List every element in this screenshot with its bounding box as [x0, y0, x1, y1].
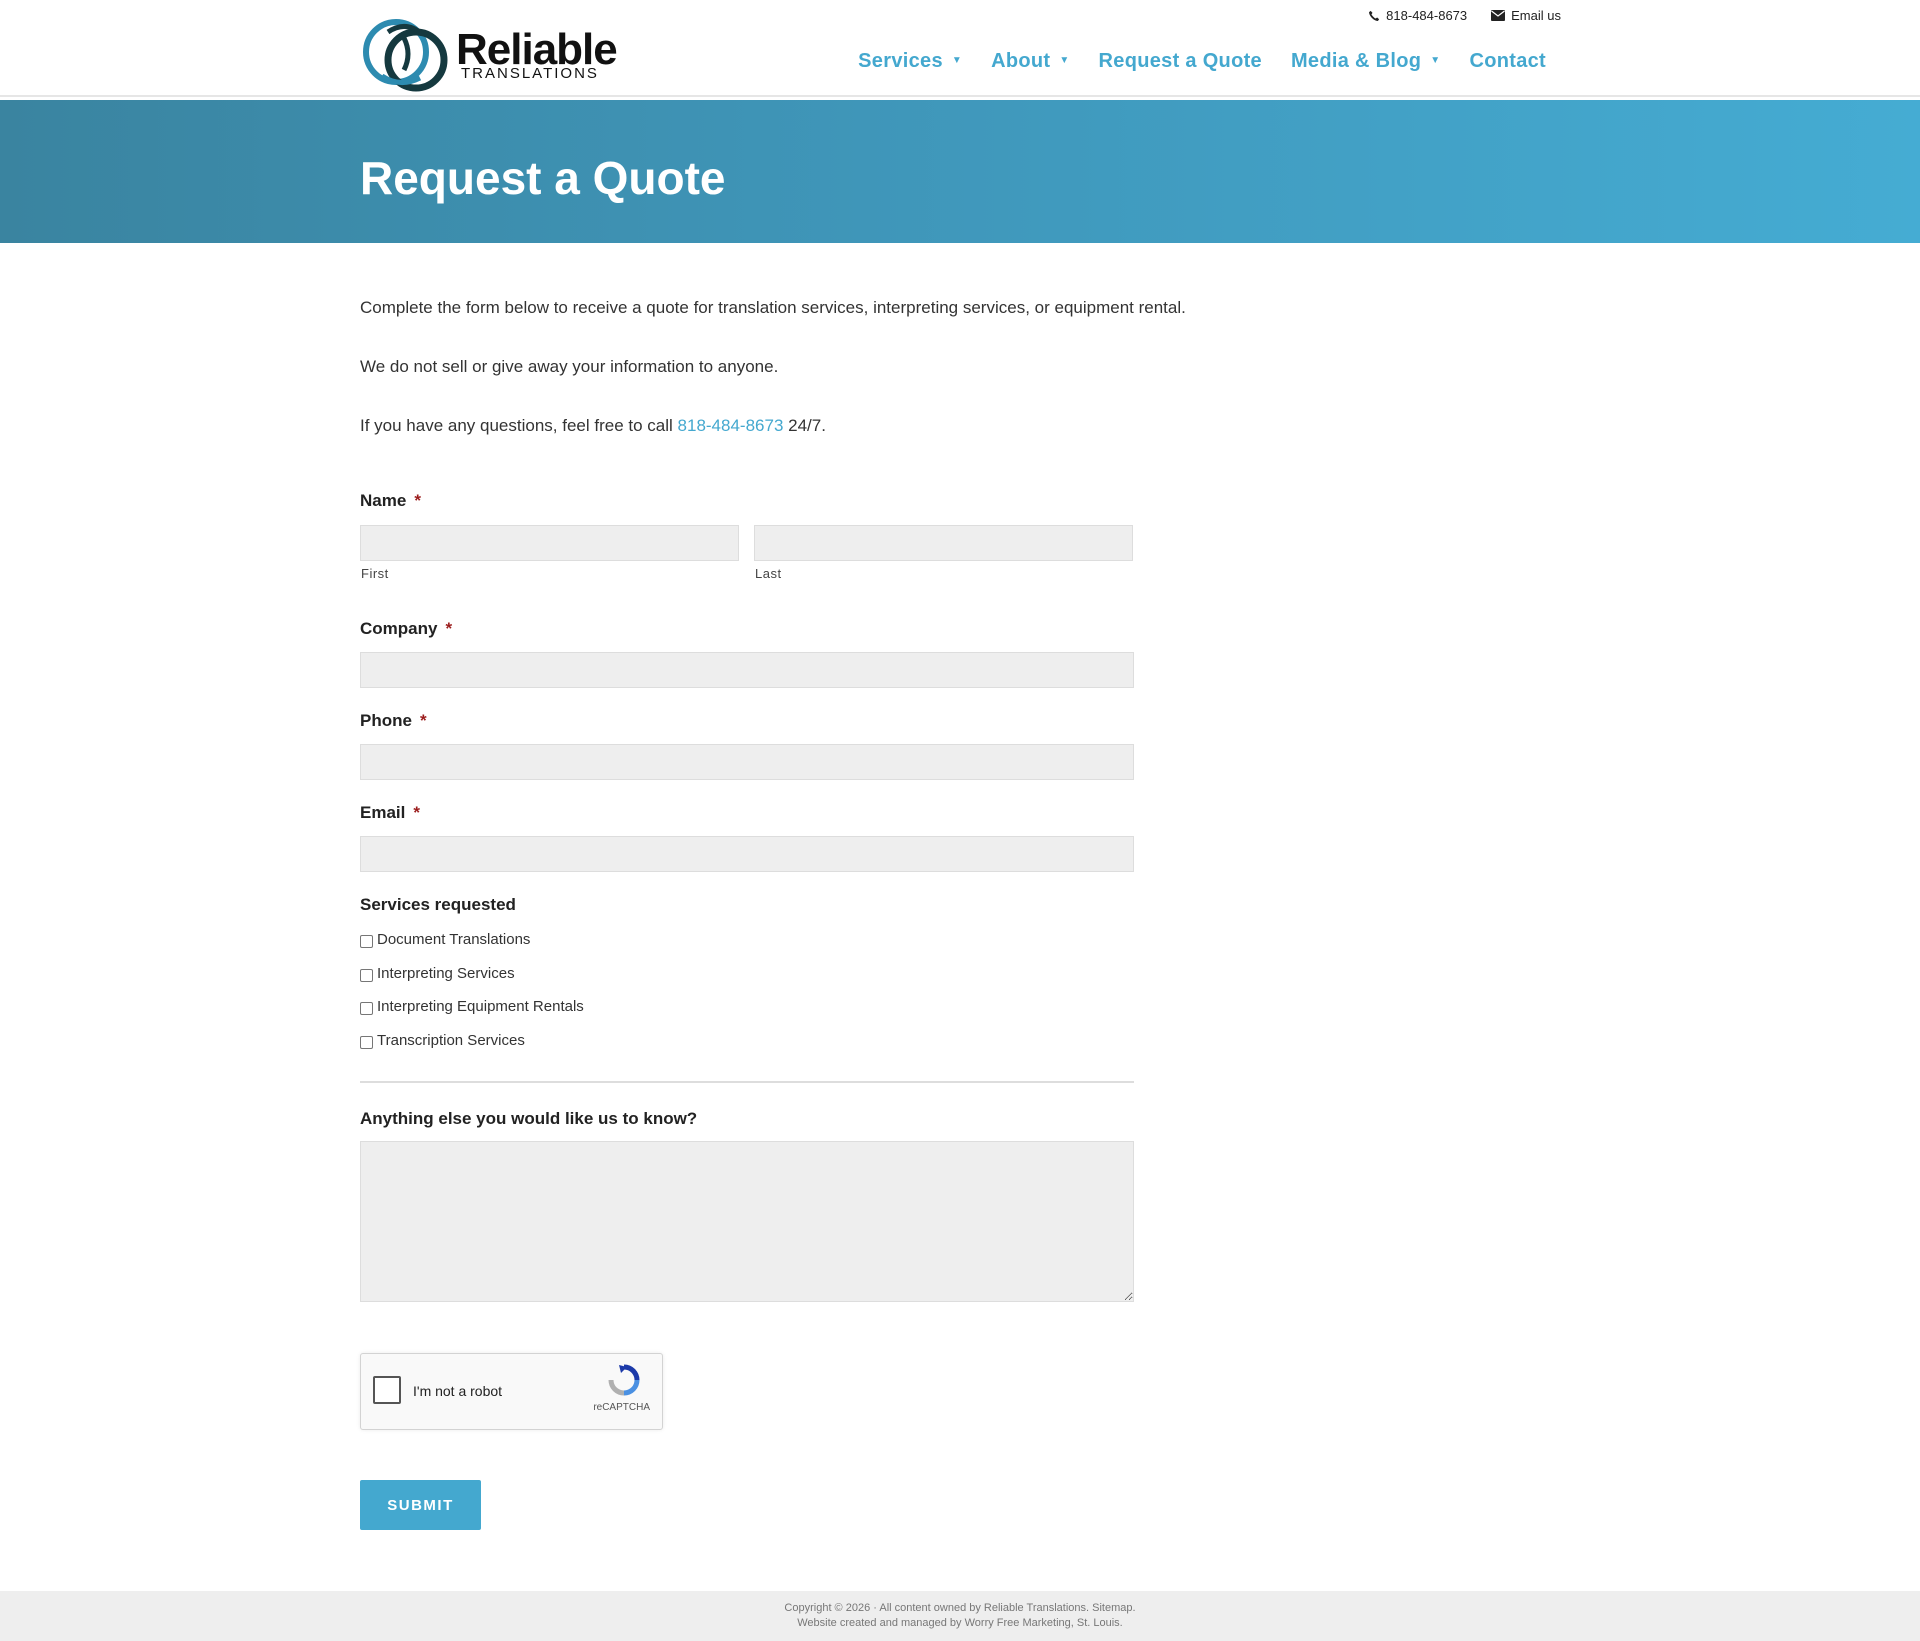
service-option-label: Document Translations: [377, 931, 531, 948]
envelope-icon: [1491, 10, 1506, 21]
nav-item-media-blog[interactable]: Media & Blog ▼: [1291, 50, 1440, 73]
checkbox[interactable]: [360, 934, 373, 948]
phone-icon: [1369, 10, 1380, 21]
phone-link[interactable]: 818-484-8673: [678, 416, 784, 435]
notes-textarea[interactable]: [360, 1141, 1134, 1302]
submit-button[interactable]: SUBMIT: [360, 1480, 481, 1530]
name-label: Name *: [360, 491, 421, 511]
checkbox[interactable]: [360, 1001, 373, 1015]
recaptcha-label: I'm not a robot: [413, 1383, 503, 1399]
utility-bar: 818-484-8673 Email us: [1368, 8, 1561, 23]
recaptcha-widget: I'm not a robot reCAPTCHA: [360, 1353, 663, 1430]
required-mark: *: [414, 491, 421, 510]
email-label-text: Email: [360, 803, 406, 822]
service-option-equipment-rentals[interactable]: Interpreting Equipment Rentals: [360, 998, 584, 1015]
first-name-input[interactable]: [360, 525, 739, 561]
header-email-label: Email us: [1511, 8, 1561, 23]
questions-text: If you have any questions, feel free to …: [360, 415, 826, 437]
company-label-text: Company: [360, 619, 438, 638]
site-header: Reliable TRANSLATIONS 818-484-8673 Email…: [0, 0, 1920, 97]
checkbox[interactable]: [360, 968, 373, 982]
required-mark: *: [445, 619, 453, 638]
site-footer: Copyright © 2026 · All content owned by …: [0, 1591, 1920, 1641]
email-label: Email *: [360, 803, 420, 823]
sitemap-link[interactable]: Sitemap: [1092, 1602, 1132, 1614]
nav-item-label: Services: [858, 50, 943, 72]
recaptcha-brand: reCAPTCHA: [593, 1402, 650, 1413]
service-option-transcription-services[interactable]: Transcription Services: [360, 1032, 525, 1049]
footer-copyright-text: Copyright © 2026 · All content owned by …: [784, 1602, 1093, 1614]
service-option-label: Transcription Services: [377, 1032, 525, 1049]
main-nav: Services ▼ About ▼ Request a Quote Media…: [858, 50, 1546, 73]
header-phone-label: 818-484-8673: [1386, 8, 1468, 23]
recaptcha-logo-icon: [608, 1364, 640, 1396]
header-email-link[interactable]: Email us: [1491, 8, 1561, 23]
footer-copyright-end: .: [1132, 1602, 1136, 1614]
checkbox[interactable]: [360, 1035, 373, 1049]
phone-label-text: Phone: [360, 711, 412, 730]
nav-item-label: About: [991, 50, 1051, 72]
phone-label: Phone *: [360, 711, 427, 731]
required-mark: *: [419, 711, 427, 730]
site-logo[interactable]: Reliable TRANSLATIONS: [360, 14, 618, 92]
logo-subtitle: TRANSLATIONS: [461, 65, 599, 82]
company-input[interactable]: [360, 652, 1134, 688]
footer-copyright: Copyright © 2026 · All content owned by …: [0, 1602, 1920, 1614]
nav-item-about[interactable]: About ▼: [991, 50, 1069, 73]
section-divider: [360, 1081, 1134, 1083]
header-phone-link[interactable]: 818-484-8673: [1368, 8, 1467, 23]
questions-text-after: 24/7.: [783, 416, 826, 435]
first-name-sublabel: First: [361, 566, 389, 581]
nav-item-label: Contact: [1469, 50, 1546, 72]
last-name-input[interactable]: [754, 525, 1133, 561]
last-name-sublabel: Last: [755, 566, 782, 581]
caret-down-icon: ▼: [951, 55, 963, 66]
intro-text: Complete the form below to receive a quo…: [360, 298, 1186, 317]
nav-item-label: Media & Blog: [1290, 50, 1422, 72]
name-label-text: Name: [360, 491, 407, 510]
service-option-document-translations[interactable]: Document Translations: [360, 931, 530, 948]
privacy-text: We do not sell or give away your informa…: [360, 357, 779, 376]
nav-item-services[interactable]: Services ▼: [858, 50, 962, 73]
page-title: Request a Quote: [360, 152, 726, 204]
footer-credit-text: Website created and managed by: [797, 1617, 965, 1629]
caret-down-icon: ▼: [1430, 55, 1441, 66]
questions-text-before: If you have any questions, feel free to …: [360, 416, 678, 435]
services-label: Services requested: [360, 895, 516, 914]
nav-item-request-quote[interactable]: Request a Quote: [1099, 50, 1262, 73]
nav-item-label: Request a Quote: [1098, 50, 1262, 72]
company-label: Company *: [360, 619, 452, 639]
service-option-interpreting-services[interactable]: Interpreting Services: [360, 965, 515, 982]
logo-rings-icon: [363, 19, 448, 92]
notes-label: Anything else you would like us to know?: [360, 1109, 698, 1128]
agency-link[interactable]: Worry Free Marketing: [965, 1617, 1071, 1629]
email-input[interactable]: [360, 836, 1134, 872]
caret-down-icon: ▼: [1059, 55, 1070, 66]
phone-input[interactable]: [360, 744, 1134, 780]
recaptcha-checkbox[interactable]: [373, 1376, 401, 1404]
nav-item-contact[interactable]: Contact: [1469, 50, 1546, 73]
page-banner: Request a Quote: [0, 100, 1920, 243]
footer-credit-end: , St. Louis.: [1070, 1617, 1123, 1629]
service-option-label: Interpreting Equipment Rentals: [377, 998, 584, 1015]
footer-credit: Website created and managed by Worry Fre…: [0, 1617, 1920, 1629]
service-option-label: Interpreting Services: [377, 965, 515, 982]
required-mark: *: [413, 803, 420, 822]
